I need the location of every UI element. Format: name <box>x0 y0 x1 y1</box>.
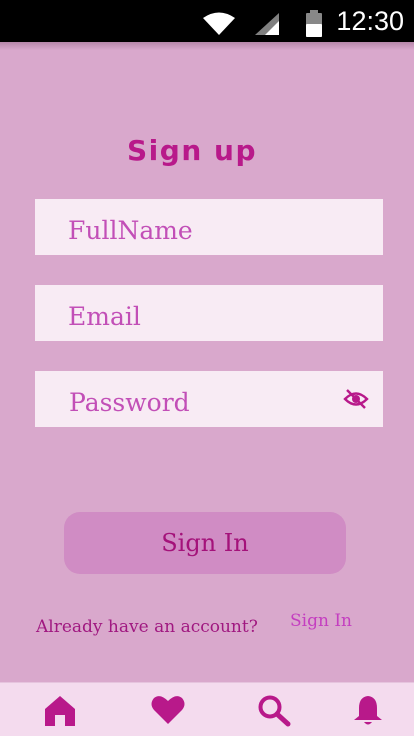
home-icon[interactable] <box>42 693 78 727</box>
wifi-icon <box>203 12 235 35</box>
status-bar-shadow <box>0 42 414 50</box>
fullname-input[interactable] <box>35 199 383 255</box>
email-field[interactable] <box>35 285 383 341</box>
password-field[interactable] <box>35 371 383 427</box>
heart-icon[interactable] <box>150 693 186 727</box>
eye-off-icon[interactable] <box>343 387 369 411</box>
already-have-account-text: Already have an account? <box>36 617 258 637</box>
page-title: Sign up <box>127 134 257 167</box>
sign-in-button[interactable]: Sign In <box>64 512 346 574</box>
signal-icon <box>255 13 279 35</box>
password-input[interactable] <box>35 371 383 427</box>
email-input[interactable] <box>35 285 383 341</box>
battery-icon <box>306 10 322 37</box>
bottom-navigation <box>0 682 414 736</box>
bell-icon[interactable] <box>350 693 386 727</box>
fullname-field[interactable] <box>35 199 383 255</box>
search-icon[interactable] <box>256 693 292 727</box>
sign-in-link[interactable]: Sign In <box>290 611 352 631</box>
status-time: 12:30 <box>336 6 404 36</box>
status-bar: 12:30 <box>0 0 414 42</box>
